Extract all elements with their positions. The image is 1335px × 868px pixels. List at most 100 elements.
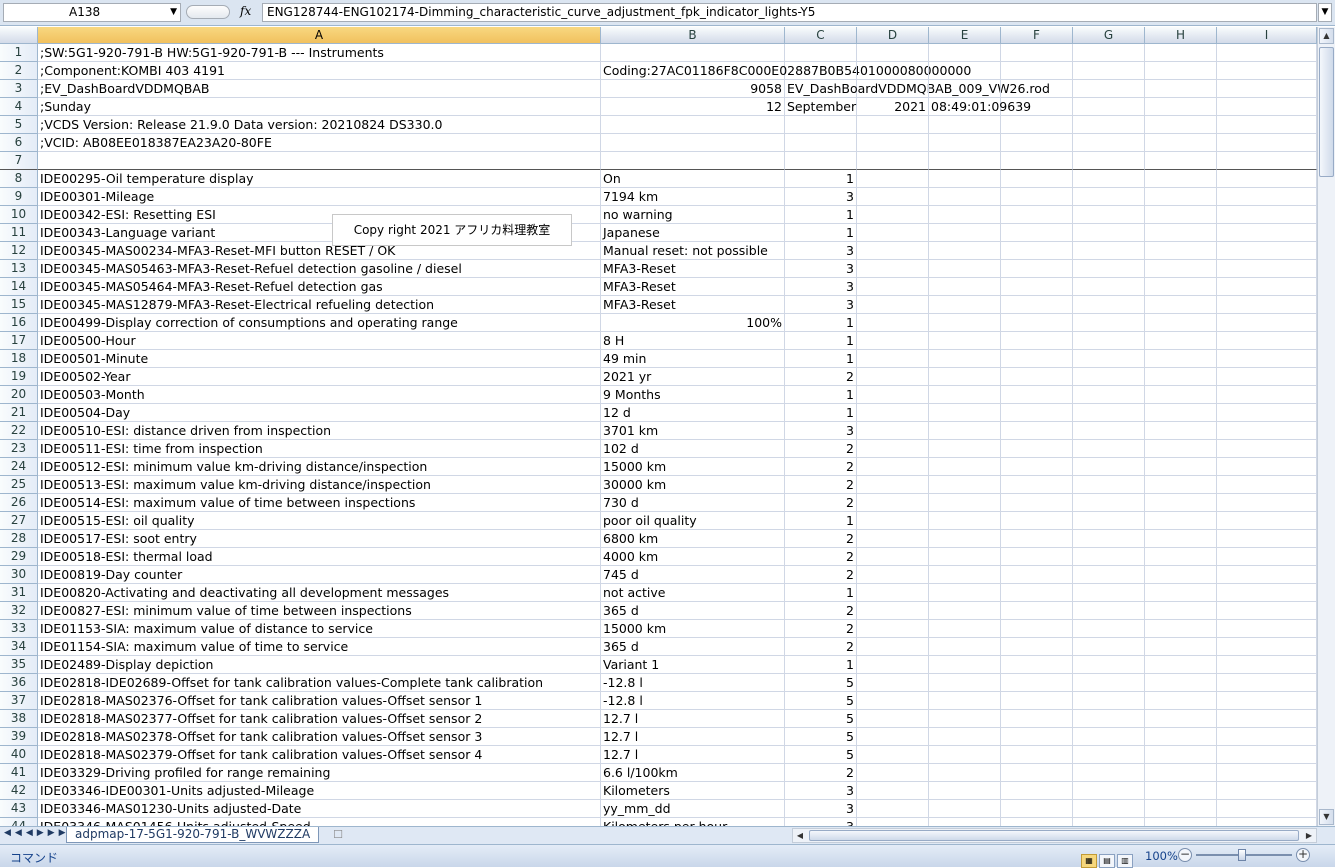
cell-b[interactable]: 9 Months	[601, 386, 785, 404]
cell-e[interactable]	[929, 314, 1001, 332]
cell-h[interactable]	[1145, 728, 1217, 746]
cell-g[interactable]	[1073, 422, 1145, 440]
cell-c[interactable]: 2	[785, 764, 857, 782]
cell-h[interactable]	[1145, 638, 1217, 656]
sheet-navigation-icon[interactable]: ◀◀◀▶▶▶	[4, 828, 70, 838]
cell-b[interactable]: 12 d	[601, 404, 785, 422]
cell-h[interactable]	[1145, 278, 1217, 296]
cell-e[interactable]	[929, 638, 1001, 656]
cell-a[interactable]: IDE00517-ESI: soot entry	[38, 530, 601, 548]
cell-g[interactable]	[1073, 278, 1145, 296]
cell-b[interactable]	[601, 116, 785, 134]
cell-c[interactable]: 1	[785, 206, 857, 224]
cell-f[interactable]	[1001, 134, 1073, 152]
cell-c[interactable]: 2	[785, 620, 857, 638]
cell-h[interactable]	[1145, 782, 1217, 800]
cell-i[interactable]	[1217, 404, 1317, 422]
cell-a[interactable]: IDE00513-ESI: maximum value km-driving d…	[38, 476, 601, 494]
cell-g[interactable]	[1073, 548, 1145, 566]
cell-h[interactable]	[1145, 134, 1217, 152]
cell-i[interactable]	[1217, 278, 1317, 296]
cell-e[interactable]	[929, 62, 1001, 80]
cell-h[interactable]	[1145, 116, 1217, 134]
cell-g[interactable]	[1073, 656, 1145, 674]
cell-i[interactable]	[1217, 818, 1317, 826]
row-header[interactable]: 22	[0, 422, 38, 440]
cell-f[interactable]	[1001, 458, 1073, 476]
cell-d[interactable]	[857, 548, 929, 566]
cell-d[interactable]	[857, 512, 929, 530]
cell-i[interactable]	[1217, 746, 1317, 764]
row-header[interactable]: 5	[0, 116, 38, 134]
row-header[interactable]: 9	[0, 188, 38, 206]
cell-g[interactable]	[1073, 602, 1145, 620]
cell-a[interactable]: IDE02818-MAS02379-Offset for tank calibr…	[38, 746, 601, 764]
cell-e[interactable]	[929, 152, 1001, 170]
cell-d[interactable]	[857, 674, 929, 692]
insert-function-icon[interactable]: fx	[240, 4, 251, 18]
cell-d[interactable]	[857, 350, 929, 368]
cell-a[interactable]: IDE03329-Driving profiled for range rema…	[38, 764, 601, 782]
cell-d[interactable]	[857, 224, 929, 242]
cell-b[interactable]: 7194 km	[601, 188, 785, 206]
cell-i[interactable]	[1217, 764, 1317, 782]
row-header[interactable]: 2	[0, 62, 38, 80]
cell-b[interactable]: 12.7 l	[601, 710, 785, 728]
cell-c[interactable]: 3	[785, 260, 857, 278]
cell-b[interactable]: 100%	[601, 314, 785, 332]
cell-e[interactable]: 08:49:01:09639	[929, 98, 1031, 116]
cell-d[interactable]	[857, 728, 929, 746]
cell-d[interactable]	[857, 782, 929, 800]
row-header[interactable]: 6	[0, 134, 38, 152]
column-header-d[interactable]: D	[857, 27, 929, 43]
cell-e[interactable]	[929, 692, 1001, 710]
cell-d[interactable]	[857, 620, 929, 638]
cell-c[interactable]: 5	[785, 710, 857, 728]
cell-d[interactable]	[857, 440, 929, 458]
vertical-scroll-thumb[interactable]	[1319, 47, 1334, 177]
cell-b[interactable]: Kilometers	[601, 782, 785, 800]
cell-e[interactable]	[929, 566, 1001, 584]
column-header-h[interactable]: H	[1145, 27, 1217, 43]
cell-c[interactable]: 5	[785, 746, 857, 764]
cell-g[interactable]	[1073, 692, 1145, 710]
cell-g[interactable]	[1073, 116, 1145, 134]
cell-i[interactable]	[1217, 710, 1317, 728]
cell-d[interactable]	[857, 80, 929, 98]
cell-d[interactable]	[857, 134, 929, 152]
row-header[interactable]: 7	[0, 152, 38, 170]
cell-f[interactable]	[1001, 62, 1073, 80]
cell-a[interactable]: ;EV_DashBoardVDDMQBAB	[38, 80, 601, 98]
cell-d[interactable]	[857, 476, 929, 494]
cell-a[interactable]: IDE00501-Minute	[38, 350, 601, 368]
cell-g[interactable]	[1073, 296, 1145, 314]
cell-h[interactable]	[1145, 368, 1217, 386]
row-header[interactable]: 35	[0, 656, 38, 674]
row-header[interactable]: 25	[0, 476, 38, 494]
cell-d[interactable]	[857, 584, 929, 602]
cell-d[interactable]	[857, 332, 929, 350]
cell-a[interactable]: IDE02489-Display depiction	[38, 656, 601, 674]
cell-e[interactable]	[929, 728, 1001, 746]
cell-h[interactable]	[1145, 512, 1217, 530]
cell-d[interactable]	[857, 638, 929, 656]
row-header[interactable]: 43	[0, 800, 38, 818]
cell-c[interactable]: 3	[785, 242, 857, 260]
cell-f[interactable]	[1001, 512, 1073, 530]
cell-g[interactable]	[1073, 260, 1145, 278]
cell-b[interactable]: 745 d	[601, 566, 785, 584]
row-header[interactable]: 14	[0, 278, 38, 296]
cell-d[interactable]	[857, 494, 929, 512]
cell-f[interactable]	[1001, 440, 1073, 458]
cell-h[interactable]	[1145, 692, 1217, 710]
cell-h[interactable]	[1145, 224, 1217, 242]
cell-c[interactable]: 3	[785, 782, 857, 800]
cell-b[interactable]: 365 d	[601, 638, 785, 656]
cell-h[interactable]	[1145, 332, 1217, 350]
cell-b[interactable]: no warning	[601, 206, 785, 224]
cell-f[interactable]	[1001, 584, 1073, 602]
cell-b[interactable]: 12.7 l	[601, 746, 785, 764]
cell-e[interactable]	[929, 242, 1001, 260]
cell-c[interactable]	[785, 152, 857, 170]
row-header[interactable]: 12	[0, 242, 38, 260]
